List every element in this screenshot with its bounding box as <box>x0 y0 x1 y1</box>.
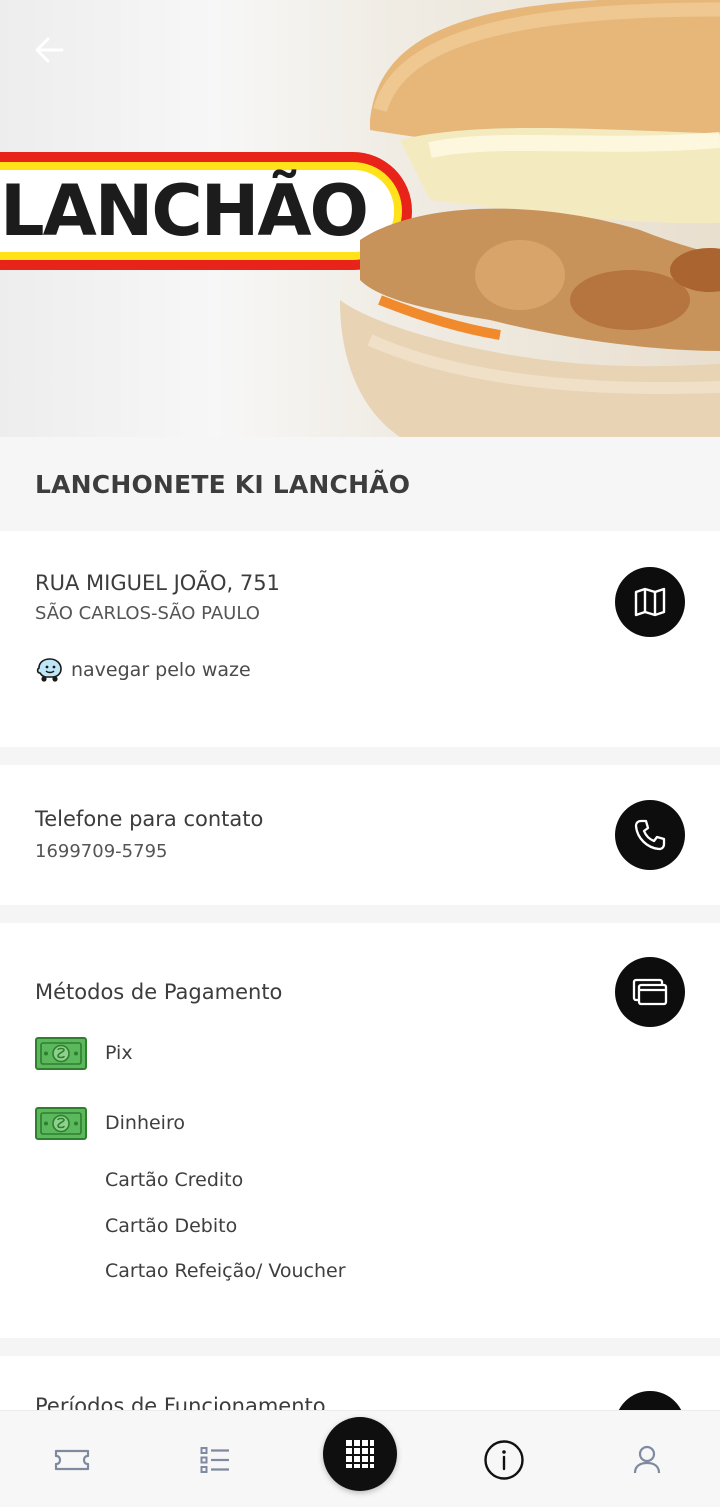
payment-button[interactable] <box>615 957 685 1027</box>
arrow-left-icon <box>35 37 64 63</box>
grid-icon <box>346 1440 374 1468</box>
cash-icon <box>35 1107 87 1140</box>
contact-title: Telefone para contato <box>35 807 264 831</box>
payment-card: Métodos de Pagamento Pix Dinheiro Cartão… <box>0 923 720 1338</box>
contact-card: Telefone para contato 1699709-5795 <box>0 765 720 905</box>
call-button[interactable] <box>615 800 685 870</box>
payment-method-label: Dinheiro <box>105 1112 185 1134</box>
address-street: RUA MIGUEL JOÃO, 751 <box>35 571 280 595</box>
waze-icon <box>36 658 62 682</box>
payment-title: Métodos de Pagamento <box>35 980 283 1004</box>
waze-link[interactable]: navegar pelo waze <box>35 657 251 683</box>
cards-icon <box>632 978 668 1006</box>
info-icon <box>484 1439 524 1480</box>
payment-method-credito: Cartão Credito <box>105 1169 244 1191</box>
contact-phone: 1699709-5795 <box>35 841 168 862</box>
address-city: SÃO CARLOS-SÃO PAULO <box>35 603 260 624</box>
payment-method-debito: Cartão Debito <box>105 1215 238 1237</box>
map-icon <box>634 587 666 617</box>
payment-method-pix: Pix <box>35 1035 133 1071</box>
tab-home-grid[interactable] <box>323 1417 397 1491</box>
map-button[interactable] <box>615 567 685 637</box>
tab-menu-list[interactable] <box>170 1411 260 1507</box>
hero-image: LANCHÃO <box>0 0 720 437</box>
payment-method-voucher: Cartao Refeição/ Voucher <box>105 1260 346 1282</box>
list-icon <box>200 1446 229 1473</box>
tab-info[interactable] <box>459 1411 549 1507</box>
payment-method-dinheiro: Dinheiro <box>35 1105 185 1141</box>
cash-icon <box>35 1037 87 1070</box>
user-icon <box>633 1445 661 1473</box>
address-card: RUA MIGUEL JOÃO, 751 SÃO CARLOS-SÃO PAUL… <box>0 531 720 747</box>
waze-label: navegar pelo waze <box>71 659 251 681</box>
tab-profile[interactable] <box>602 1411 692 1507</box>
restaurant-name-bar: LANCHONETE KI LANCHÃO <box>0 437 720 531</box>
burger-image <box>340 0 720 437</box>
brand-logo-text: LANCHÃO <box>0 170 369 252</box>
phone-icon <box>634 819 666 851</box>
restaurant-name: LANCHONETE KI LANCHÃO <box>35 469 411 499</box>
payment-method-label: Pix <box>105 1042 133 1064</box>
tab-tickets[interactable] <box>27 1411 117 1507</box>
ticket-icon <box>54 1449 90 1470</box>
back-button[interactable] <box>28 30 70 70</box>
